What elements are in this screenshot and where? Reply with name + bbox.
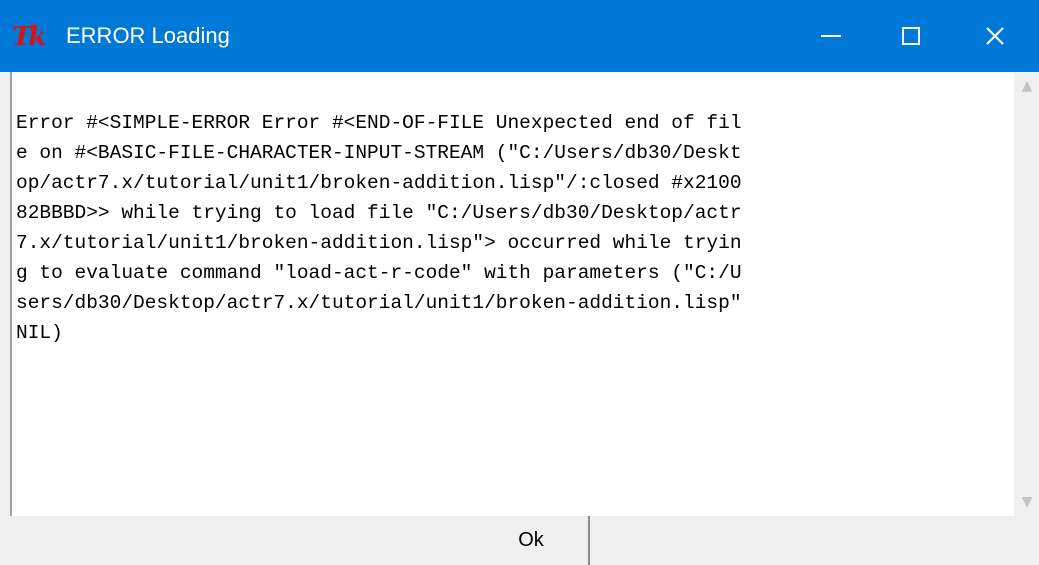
window-title: ERROR Loading bbox=[66, 23, 230, 48]
message-line: Error #<SIMPLE-ERROR Error #<END-OF-FILE… bbox=[16, 112, 742, 134]
minimize-icon bbox=[821, 35, 841, 37]
message-line: NIL) bbox=[16, 322, 63, 344]
button-bar: Ok bbox=[0, 516, 1039, 565]
message-line: sers/db30/Desktop/actr7.x/tutorial/unit1… bbox=[16, 292, 742, 314]
vertical-scrollbar[interactable]: ▲ ▼ bbox=[1014, 72, 1039, 516]
ok-button[interactable]: Ok bbox=[474, 516, 590, 565]
maximize-icon bbox=[902, 27, 920, 45]
message-line: 7.x/tutorial/unit1/broken-addition.lisp"… bbox=[16, 232, 742, 254]
scroll-down-icon[interactable]: ▼ bbox=[1017, 492, 1037, 512]
error-dialog: Tk ERROR Loading Error #<SIMPLE-ERROR Er… bbox=[0, 0, 1039, 565]
error-message-text-area[interactable]: Error #<SIMPLE-ERROR Error #<END-OF-FILE… bbox=[10, 72, 1014, 516]
scroll-up-icon[interactable]: ▲ bbox=[1017, 76, 1037, 96]
title-bar[interactable]: Tk ERROR Loading bbox=[0, 0, 1039, 72]
message-line: 82BBBD>> while trying to load file "C:/U… bbox=[16, 202, 742, 224]
maximize-button[interactable] bbox=[876, 0, 946, 72]
tk-app-icon: Tk bbox=[12, 22, 46, 52]
message-line: g to evaluate command "load-act-r-code" … bbox=[16, 262, 742, 284]
message-line: op/actr7.x/tutorial/unit1/broken-additio… bbox=[16, 172, 742, 194]
close-icon bbox=[986, 27, 1004, 45]
error-message: Error #<SIMPLE-ERROR Error #<END-OF-FILE… bbox=[16, 108, 1014, 348]
close-button[interactable] bbox=[960, 0, 1030, 72]
minimize-button[interactable] bbox=[796, 0, 866, 72]
message-line: e on #<BASIC-FILE-CHARACTER-INPUT-STREAM… bbox=[16, 142, 742, 164]
